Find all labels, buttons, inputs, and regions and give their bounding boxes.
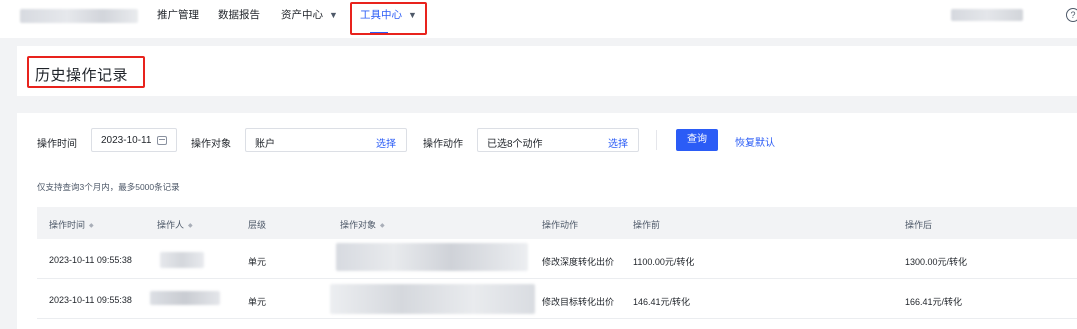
column-header-before: 操作前 [633,220,661,230]
column-header-time-label: 操作时间 [49,220,86,230]
action-filter-label: 操作动作 [423,139,463,150]
column-header-object[interactable]: 操作对象 ◆ [340,218,385,231]
action-selector[interactable]: 已选8个动作 选择 [477,128,639,152]
logo [20,9,138,23]
object-select-link[interactable]: 选择 [376,135,396,150]
operator-redacted [150,291,220,305]
highlight-box-title [27,56,145,88]
nav-item-promotion[interactable]: 推广管理 [157,8,199,22]
query-hint: 仅支持查询3个月内，最多5000条记录 [37,182,180,192]
column-header-operator[interactable]: 操作人 ◆ [157,218,193,231]
column-header-level: 层级 [248,220,267,230]
column-header-operator-label: 操作人 [157,220,185,230]
object-value: 账户 [255,139,275,150]
operator-redacted [160,252,204,268]
cell-level: 单元 [248,297,267,307]
cell-time: 2023-10-11 09:55:38 [49,295,132,305]
column-header-action: 操作动作 [542,220,579,230]
cell-before: 1100.00元/转化 [633,257,695,267]
action-select-link[interactable]: 选择 [608,135,628,150]
column-header-after: 操作后 [905,220,933,230]
cell-action: 修改目标转化出价 [542,297,615,307]
title-card [17,46,1077,96]
sort-icon[interactable]: ◆ [89,222,94,229]
cell-after: 166.41元/转化 [905,297,963,307]
time-filter-label: 操作时间 [37,139,77,150]
sort-icon[interactable]: ◆ [188,222,193,229]
action-value: 已选8个动作 [487,139,543,150]
object-redacted [336,243,528,271]
cell-before: 146.41元/转化 [633,297,691,307]
column-header-object-label: 操作对象 [340,220,377,230]
reset-default-button[interactable]: 恢复默认 [735,134,775,149]
user-account[interactable] [951,9,1023,21]
object-filter-label: 操作对象 [191,139,231,150]
cell-level: 单元 [248,257,267,267]
cell-action: 修改深度转化出价 [542,257,615,267]
column-header-time[interactable]: 操作时间 ◆ [49,218,94,231]
date-value: 2023-10-11 [101,135,152,146]
divider [656,130,657,150]
cell-time: 2023-10-11 09:55:38 [49,255,132,265]
sort-icon[interactable]: ◆ [380,222,385,229]
help-icon[interactable]: ? [1066,8,1077,22]
object-redacted [330,284,535,314]
nav-item-assets[interactable]: 资产中心 ▼ [281,8,338,22]
calendar-icon [157,136,167,145]
top-navigation-bar: 推广管理 数据报告 资产中心 ▼ 工具中心 ▼ ? [0,0,1077,38]
row-divider [37,318,1077,319]
row-divider [37,278,1077,279]
nav-item-reports[interactable]: 数据报告 [218,8,260,22]
chevron-down-icon: ▼ [329,10,338,20]
object-selector[interactable]: 账户 选择 [245,128,407,152]
cell-after: 1300.00元/转化 [905,257,968,267]
date-picker[interactable]: 2023-10-11 [91,128,177,152]
nav-item-assets-label: 资产中心 [281,9,323,21]
highlight-box-tools [350,2,427,35]
query-button[interactable]: 查询 [676,129,718,151]
